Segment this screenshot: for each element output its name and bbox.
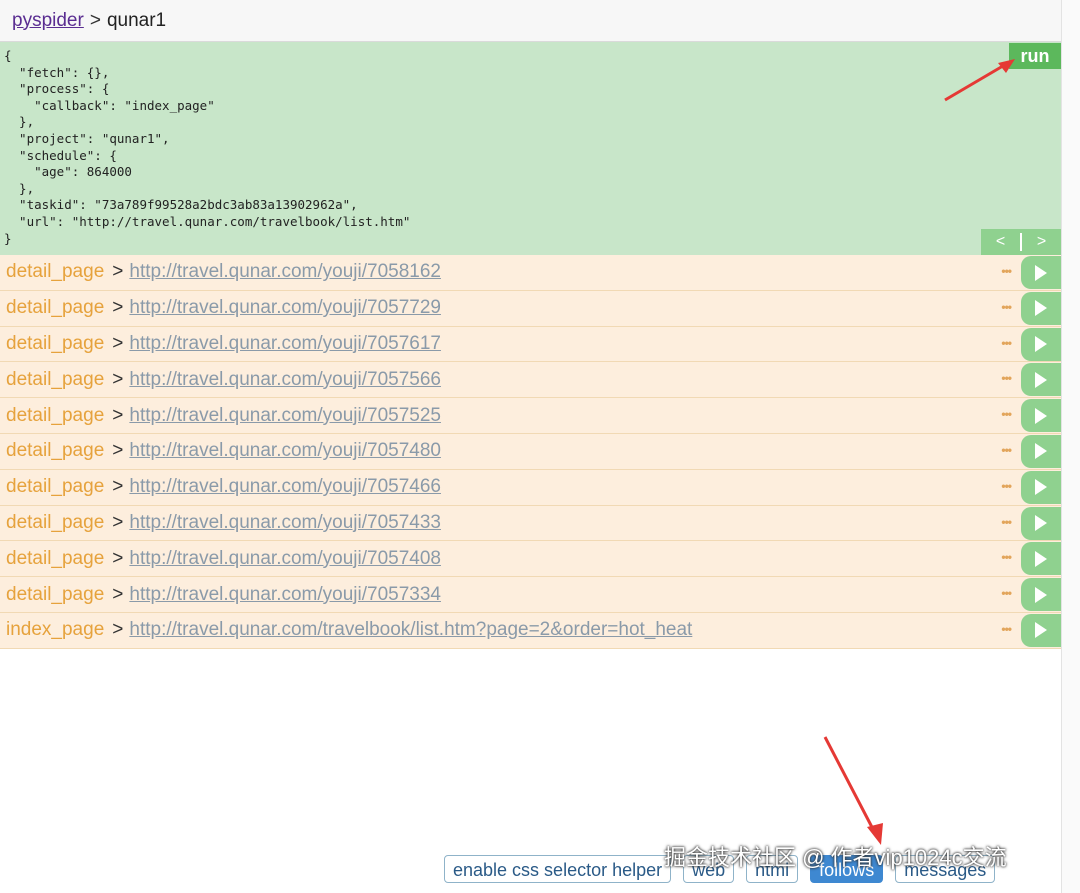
follow-callback: detail_page: [6, 297, 105, 319]
follow-callback: detail_page: [6, 440, 105, 462]
breadcrumb-project: qunar1: [106, 9, 167, 31]
play-icon[interactable]: [1021, 399, 1061, 433]
follow-separator: >: [112, 404, 124, 426]
play-icon[interactable]: [1021, 470, 1061, 504]
follow-separator: >: [112, 440, 124, 462]
right-panel-edge: [1061, 0, 1080, 893]
play-icon[interactable]: [1021, 327, 1061, 361]
more-dots-icon[interactable]: •••: [1001, 550, 1012, 564]
play-icon[interactable]: [1021, 613, 1061, 647]
follow-row: detail_page > http://travel.qunar.com/youj…: [0, 255, 1061, 291]
follow-callback: index_page: [6, 619, 105, 641]
follow-separator: >: [112, 619, 124, 641]
task-json: { "fetch": {}, "process": { "callback": …: [4, 48, 411, 246]
follow-url-link[interactable]: http://travel.qunar.com/youji/7057566: [129, 369, 441, 391]
follow-separator: >: [112, 297, 124, 319]
more-dots-icon[interactable]: •••: [1001, 515, 1012, 529]
play-icon[interactable]: [1021, 363, 1061, 397]
follow-row: detail_page > http://travel.qunar.com/youj…: [0, 326, 1061, 363]
play-icon[interactable]: [1021, 256, 1061, 289]
follow-separator: >: [112, 583, 124, 605]
follow-url-link[interactable]: http://travel.qunar.com/youji/7058162: [129, 261, 441, 283]
follow-separator: >: [112, 511, 124, 533]
task-panel: { "fetch": {}, "process": { "callback": …: [0, 42, 1061, 255]
follow-url-link[interactable]: http://travel.qunar.com/youji/7057466: [129, 476, 441, 498]
more-dots-icon[interactable]: •••: [1001, 336, 1012, 350]
more-dots-icon[interactable]: •••: [1001, 443, 1012, 457]
watermark: 掘金技术社区 @ 作者vip1024c交流: [664, 845, 1007, 870]
follow-url-link[interactable]: http://travel.qunar.com/youji/7057480: [129, 440, 441, 462]
follow-row: detail_page > http://travel.qunar.com/youj…: [0, 505, 1061, 542]
follow-url-link[interactable]: http://travel.qunar.com/youji/7057334: [129, 584, 441, 606]
follow-url-link[interactable]: http://travel.qunar.com/travelbook/list.…: [129, 619, 692, 641]
follow-url-link[interactable]: http://travel.qunar.com/youji/7057433: [129, 512, 441, 534]
follow-row: detail_page > http://travel.qunar.com/youj…: [0, 362, 1061, 399]
follow-callback: detail_page: [6, 368, 105, 390]
breadcrumb-separator: >: [89, 9, 101, 31]
follow-row: index_page > http://travel.qunar.com/trave…: [0, 612, 1061, 649]
breadcrumb-pyspider-link[interactable]: pyspider: [12, 10, 84, 32]
follow-separator: >: [112, 261, 124, 283]
css-selector-helper-button[interactable]: enable css selector helper: [444, 855, 672, 883]
follow-row: detail_page > http://travel.qunar.com/youj…: [0, 541, 1061, 578]
play-icon[interactable]: [1021, 506, 1061, 540]
follow-row: detail_page > http://travel.qunar.com/youj…: [0, 433, 1061, 470]
more-dots-icon[interactable]: •••: [1001, 622, 1012, 636]
follow-callback: detail_page: [6, 261, 105, 283]
history-pager: < >: [981, 229, 1061, 255]
follow-callback: detail_page: [6, 547, 105, 569]
pager-next-button[interactable]: >: [1022, 233, 1061, 251]
follow-callback: detail_page: [6, 404, 105, 426]
more-dots-icon[interactable]: •••: [1001, 407, 1012, 421]
follow-callback: detail_page: [6, 583, 105, 605]
more-dots-icon[interactable]: •••: [1001, 264, 1012, 278]
play-icon[interactable]: [1021, 291, 1061, 325]
follow-row: detail_page > http://travel.qunar.com/youj…: [0, 577, 1061, 613]
more-dots-icon[interactable]: •••: [1001, 371, 1012, 385]
follow-row: detail_page > http://travel.qunar.com/youj…: [0, 290, 1061, 327]
follow-row: detail_page > http://travel.qunar.com/youj…: [0, 469, 1061, 506]
follow-callback: detail_page: [6, 332, 105, 354]
follow-separator: >: [112, 332, 124, 354]
more-dots-icon[interactable]: •••: [1001, 479, 1012, 493]
follow-url-link[interactable]: http://travel.qunar.com/youji/7057729: [129, 297, 441, 319]
follow-separator: >: [112, 476, 124, 498]
follow-callback: detail_page: [6, 476, 105, 498]
follow-url-link[interactable]: http://travel.qunar.com/youji/7057617: [129, 333, 441, 355]
run-button[interactable]: run: [1009, 43, 1061, 69]
follow-separator: >: [112, 547, 124, 569]
follow-row: detail_page > http://travel.qunar.com/youj…: [0, 398, 1061, 434]
follow-separator: >: [112, 368, 124, 390]
follow-callback: detail_page: [6, 511, 105, 533]
play-icon[interactable]: [1021, 542, 1061, 576]
play-icon[interactable]: [1021, 434, 1061, 468]
follow-url-link[interactable]: http://travel.qunar.com/youji/7057525: [129, 405, 441, 427]
annotation-arrow-follows: [823, 736, 883, 845]
more-dots-icon[interactable]: •••: [1001, 300, 1012, 314]
more-dots-icon[interactable]: •••: [1001, 586, 1012, 600]
follow-url-link[interactable]: http://travel.qunar.com/youji/7057408: [129, 548, 441, 570]
play-icon[interactable]: [1021, 578, 1061, 612]
breadcrumb: pyspider > qunar1: [0, 0, 1061, 42]
follows-list: detail_page > http://travel.qunar.com/youj…: [0, 255, 1061, 649]
pager-prev-button[interactable]: <: [981, 233, 1020, 251]
